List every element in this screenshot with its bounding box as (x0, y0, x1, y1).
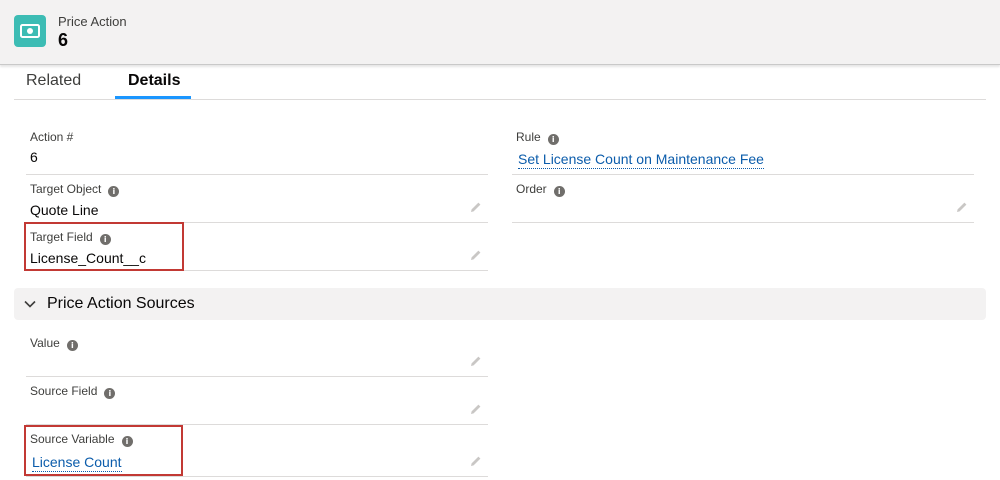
pencil-icon[interactable] (470, 355, 482, 367)
field-order: Order i (512, 182, 974, 223)
field-action-number: Action # 6 (26, 130, 488, 175)
field-target-object: Target Object i Quote Line (26, 182, 488, 223)
field-label: Rule i (516, 130, 559, 145)
info-icon[interactable]: i (66, 340, 78, 351)
pencil-icon[interactable] (470, 249, 482, 261)
info-icon[interactable]: i (108, 186, 120, 197)
info-icon[interactable]: i (104, 388, 116, 399)
field-label: Target Field i (30, 230, 111, 245)
source-variable-link[interactable]: License Count (32, 454, 122, 472)
field-rule: Rule i Set License Count on Maintenance F… (512, 130, 974, 175)
field-source-field: Source Field i (26, 384, 488, 425)
field-label: Action # (30, 130, 74, 144)
record-header: Price Action 6 (0, 0, 1000, 65)
info-icon[interactable]: i (99, 234, 111, 245)
money-icon (14, 15, 46, 47)
info-icon[interactable]: i (121, 436, 133, 447)
info-icon[interactable]: i (553, 186, 565, 197)
section-price-action-sources[interactable]: Price Action Sources (14, 288, 986, 320)
chevron-down-icon (24, 300, 36, 308)
field-value-field: Value i (26, 336, 488, 377)
field-source-variable: Source Variable i License Count (26, 432, 488, 477)
field-label: Source Field i (30, 384, 116, 399)
info-icon[interactable]: i (547, 134, 559, 145)
field-label: Target Object i (30, 182, 120, 197)
active-tab-indicator (115, 96, 191, 99)
pencil-icon[interactable] (470, 201, 482, 213)
pencil-icon[interactable] (470, 455, 482, 467)
pencil-icon[interactable] (470, 403, 482, 415)
field-target-field: Target Field i License_Count__c (26, 230, 488, 271)
section-title: Price Action Sources (47, 295, 195, 312)
field-label: Value i (30, 336, 78, 351)
field-value: 6 (30, 149, 38, 165)
rule-link[interactable]: Set License Count on Maintenance Fee (518, 151, 764, 169)
tab-related[interactable]: Related (26, 72, 81, 90)
tab-details[interactable]: Details (128, 72, 180, 90)
record-title: 6 (58, 30, 69, 50)
pencil-icon[interactable] (956, 201, 968, 213)
object-type-label: Price Action (58, 14, 127, 29)
field-value: License_Count__c (30, 250, 146, 266)
field-label: Order i (516, 182, 565, 197)
field-label: Source Variable i (30, 432, 133, 447)
field-value: Quote Line (30, 202, 99, 218)
record-tabs: Related Details (14, 64, 986, 100)
